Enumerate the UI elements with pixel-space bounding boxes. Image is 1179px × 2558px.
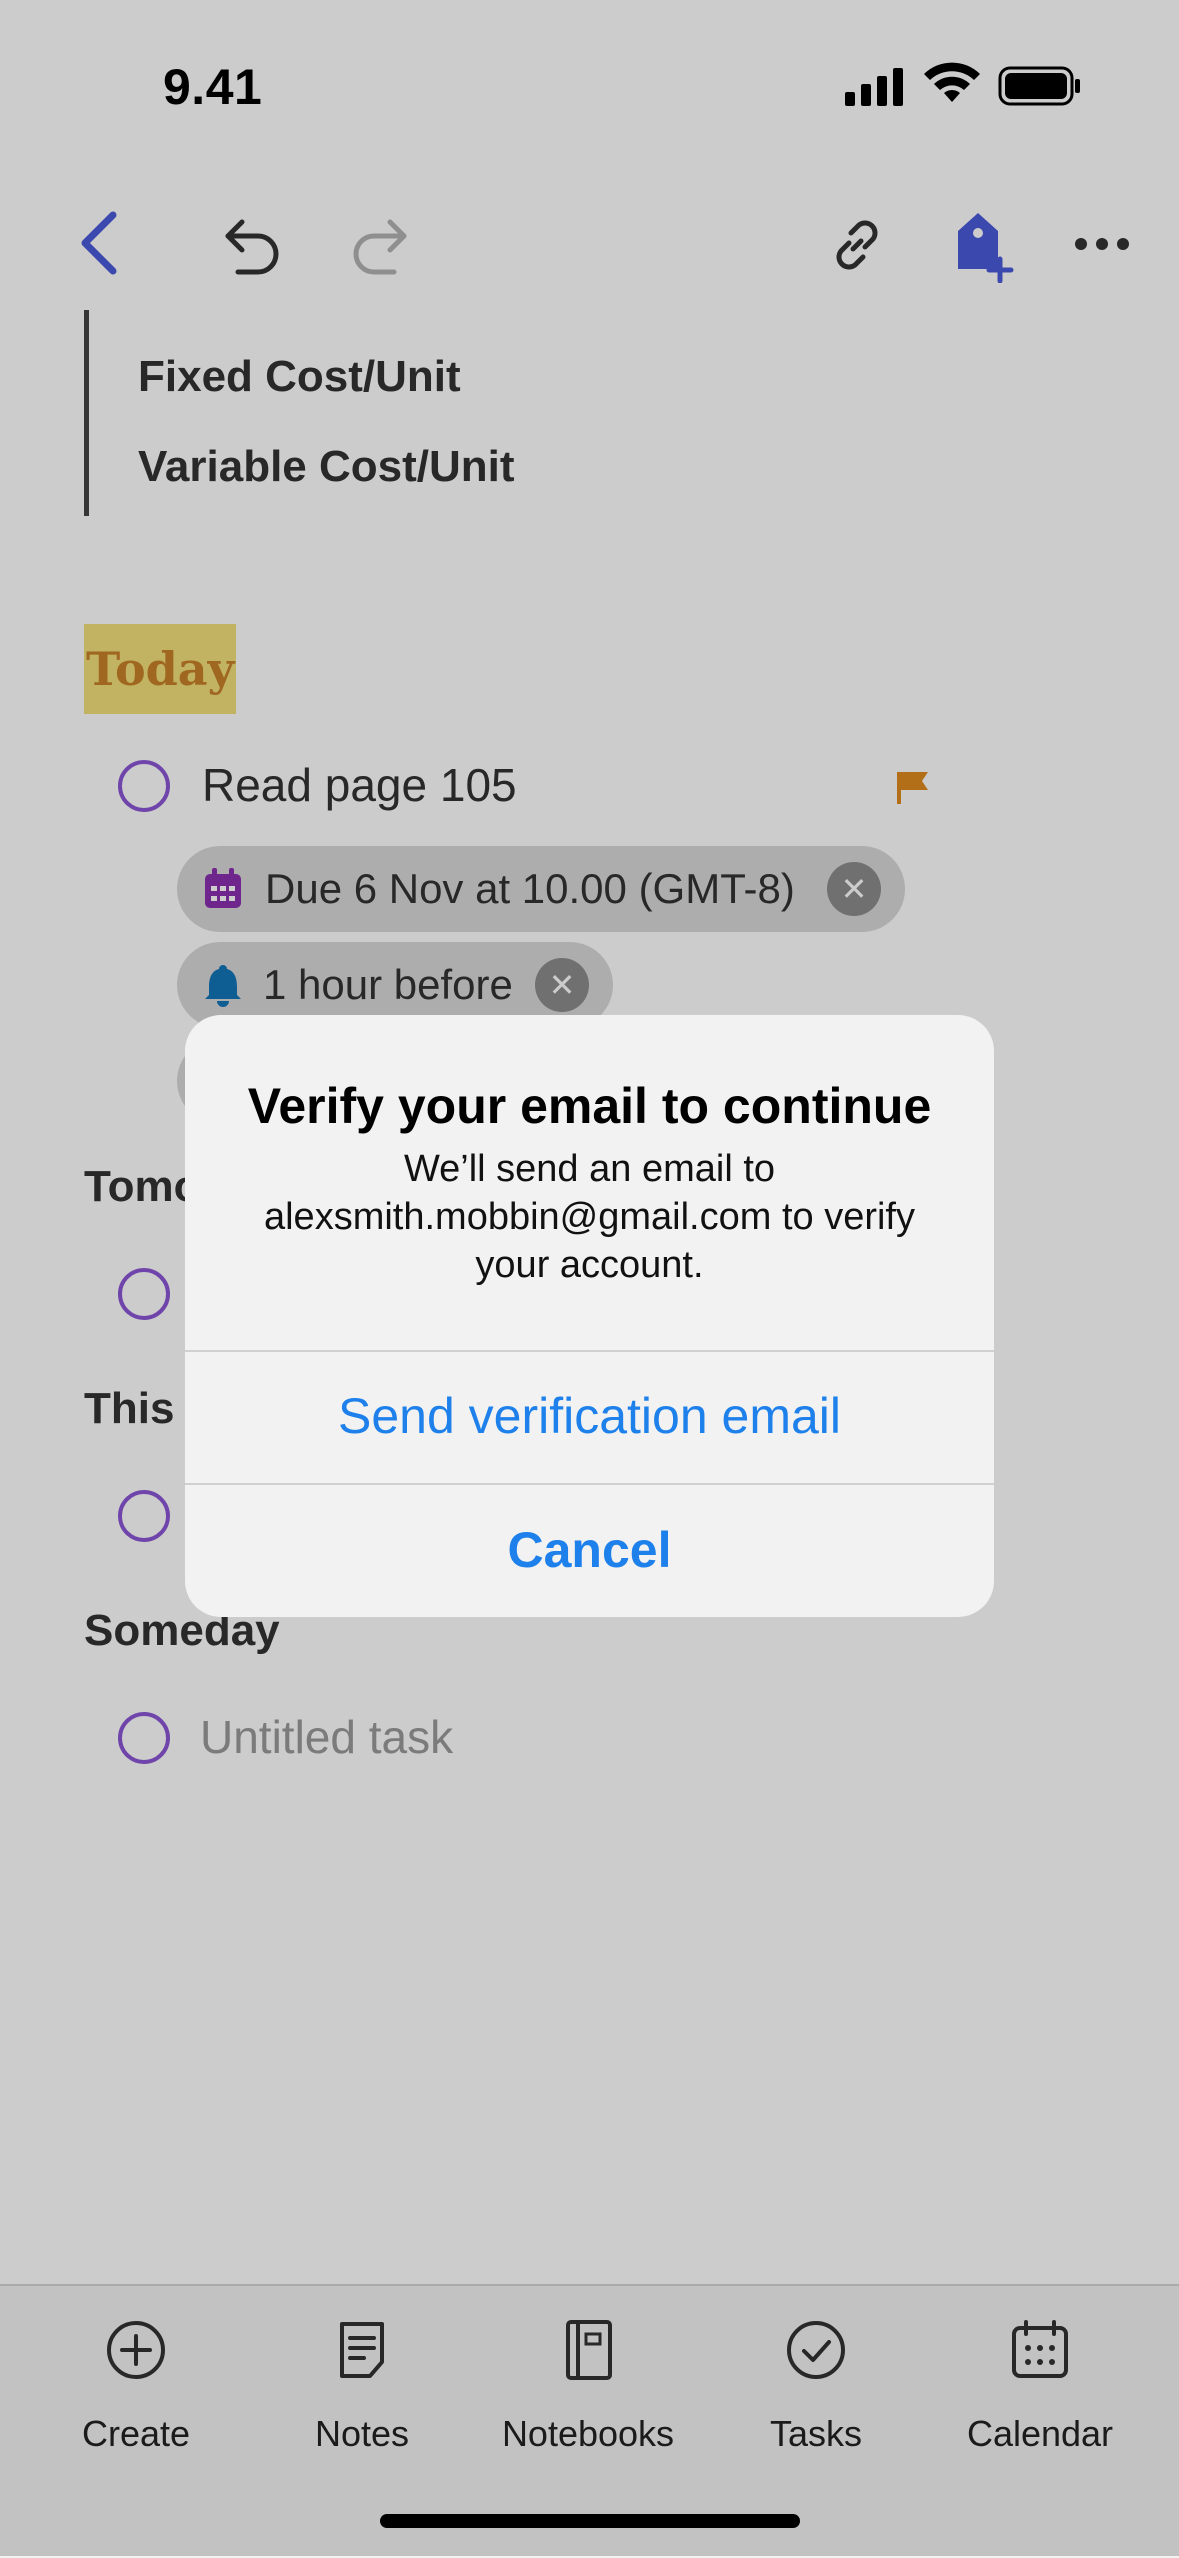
send-verification-button[interactable]: Send verification email (185, 1350, 994, 1482)
dialog-message: We’ll send an email to alexsmith.mobbin@… (263, 1148, 915, 1286)
cancel-button[interactable]: Cancel (185, 1483, 994, 1617)
dialog-title: Verify your email to continue (247, 1078, 932, 1134)
verify-email-dialog: Verify your email to continue We’ll send… (185, 1015, 994, 1617)
